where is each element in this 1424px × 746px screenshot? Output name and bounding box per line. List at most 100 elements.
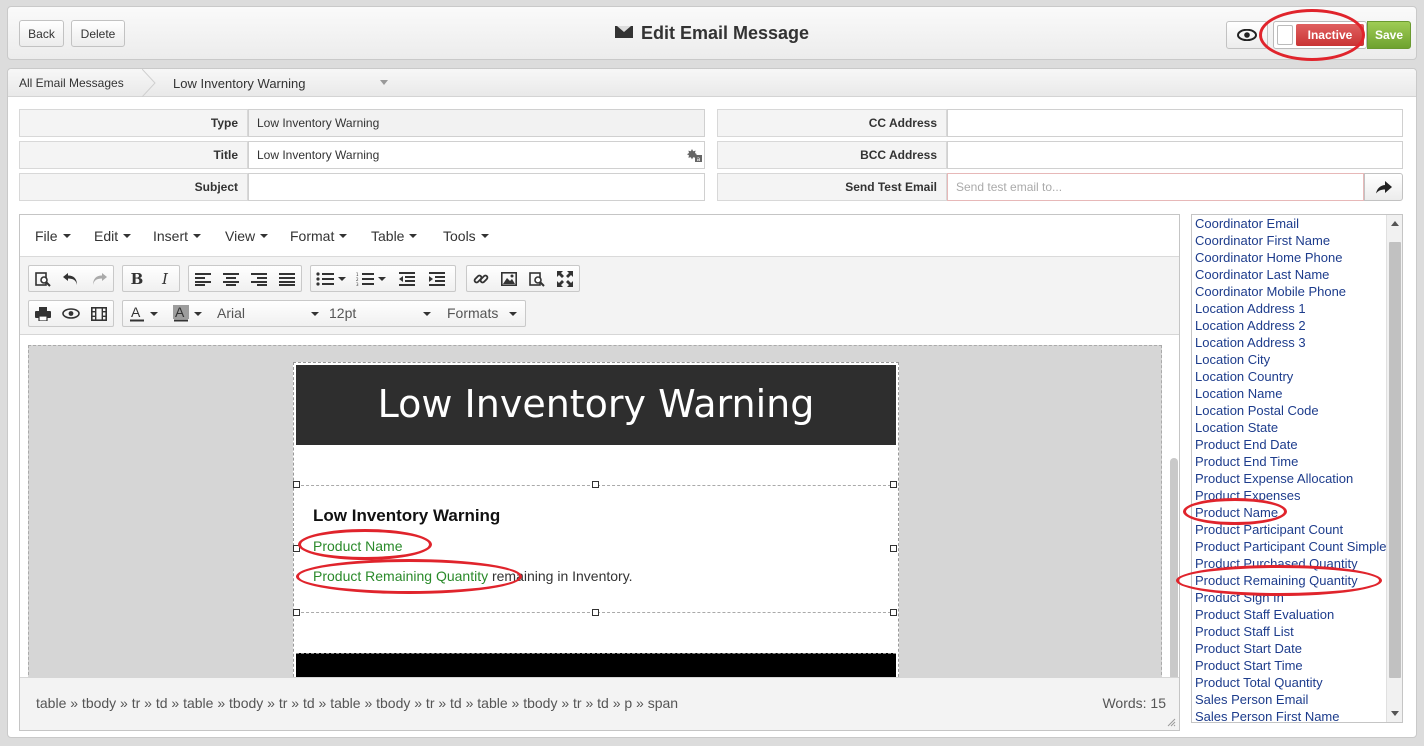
merge-field-item[interactable]: Location State [1195,419,1386,436]
preview-content-button[interactable] [57,301,85,326]
merge-tag-icon[interactable]: a [686,148,702,162]
merge-field-product-name[interactable]: Product Name [313,538,402,554]
font-size-select[interactable]: 12pt [321,301,439,326]
preview-button[interactable] [1226,21,1268,49]
formats-select[interactable]: Formats [439,301,525,326]
merge-field-item[interactable]: Coordinator Last Name [1195,266,1386,283]
merge-field-item[interactable]: Sales Person Email [1195,691,1386,708]
send-test-input[interactable]: Send test email to... [947,173,1364,201]
merge-field-item[interactable]: Product Purchased Quantity [1195,555,1386,572]
merge-field-item[interactable]: Product Participant Count [1195,521,1386,538]
menu-format[interactable]: Format [290,228,348,244]
cc-field[interactable] [947,109,1403,137]
merge-field-item[interactable]: Product Participant Count Simple [1195,538,1386,555]
merge-field-item[interactable]: Location Address 3 [1195,334,1386,351]
merge-field-item[interactable]: Product Start Time [1195,657,1386,674]
chevron-down-icon[interactable] [380,80,388,85]
merge-field-item[interactable]: Product Expense Allocation [1195,470,1386,487]
image-icon [501,271,517,286]
merge-field-item[interactable]: Location City [1195,351,1386,368]
scroll-up-icon[interactable] [1391,221,1399,226]
merge-field-item[interactable]: Location Name [1195,385,1386,402]
caret-down-icon [378,276,386,281]
menu-edit[interactable]: Edit [94,228,132,244]
field-list-scrollbar[interactable] [1386,215,1402,722]
bold-button[interactable]: B [123,266,151,291]
menu-table[interactable]: Table [371,228,418,244]
align-right-button[interactable] [245,266,273,291]
merge-field-item[interactable]: Product End Date [1195,436,1386,453]
bullet-list-caret[interactable] [335,266,349,291]
link-button[interactable] [467,266,495,291]
breadcrumb-current[interactable]: Low Inventory Warning [173,76,305,91]
title-field[interactable]: Low Inventory Warning a [248,141,705,169]
merge-field-item[interactable]: Product Sign In [1195,589,1386,606]
indent-button[interactable] [423,266,451,291]
merge-field-item[interactable]: Product Expenses [1195,487,1386,504]
eye-icon [62,308,80,319]
menu-insert[interactable]: Insert [153,228,202,244]
merge-field-item[interactable]: Coordinator Home Phone [1195,249,1386,266]
merge-field-list[interactable]: Coordinator Email Coordinator First Name C… [1191,214,1403,723]
envelope-icon [614,26,633,38]
resize-handle[interactable] [293,545,300,552]
merge-field-item[interactable]: Product Staff Evaluation [1195,606,1386,623]
merge-field-remaining-quantity[interactable]: Product Remaining Quantity [313,568,488,584]
redo-button[interactable] [85,266,113,291]
merge-field-item[interactable]: Product Name [1195,504,1386,521]
merge-field-item[interactable]: Product Start Date [1195,640,1386,657]
caret-down-icon [194,311,202,316]
merge-field-item[interactable]: Product Remaining Quantity [1195,572,1386,589]
editor-content-area[interactable]: Low Inventory Warning Low Inventory Warn… [20,335,1179,677]
resize-handle[interactable] [890,545,897,552]
resize-handle[interactable] [890,609,897,616]
text-color-caret[interactable] [147,301,161,326]
merge-field-item[interactable]: Coordinator First Name [1195,232,1386,249]
resize-handle[interactable] [293,481,300,488]
menu-tools[interactable]: Tools [443,228,489,244]
merge-field-item[interactable]: Location Address 1 [1195,300,1386,317]
resize-handle[interactable] [592,609,599,616]
italic-button[interactable]: I [151,266,179,291]
status-toggle[interactable]: Inactive [1273,21,1367,49]
bcc-field[interactable] [947,141,1403,169]
resize-handle[interactable] [293,609,300,616]
merge-field-item[interactable]: Coordinator Mobile Phone [1195,283,1386,300]
numbered-list-caret[interactable] [375,266,389,291]
subject-field[interactable] [248,173,705,201]
font-family-select[interactable]: Arial [209,301,327,326]
source-search-button[interactable] [523,266,551,291]
merge-field-item[interactable]: Sales Person First Name [1195,708,1386,722]
send-test-button[interactable] [1364,173,1403,201]
scroll-thumb[interactable] [1389,242,1401,678]
merge-field-item[interactable]: Location Postal Code [1195,402,1386,419]
resize-grip-icon[interactable] [1167,718,1176,727]
fullscreen-button[interactable] [551,266,579,291]
outdent-button[interactable] [393,266,421,291]
resize-handle[interactable] [890,481,897,488]
merge-field-item[interactable]: Location Address 2 [1195,317,1386,334]
merge-field-item[interactable]: Product Staff List [1195,623,1386,640]
find-replace-button[interactable] [29,266,57,291]
align-center-button[interactable] [217,266,245,291]
menu-view[interactable]: View [225,228,269,244]
undo-button[interactable] [57,266,85,291]
background-color-caret[interactable] [191,301,205,326]
editor-scrollbar[interactable] [1170,458,1178,677]
print-button[interactable] [29,301,57,326]
media-button[interactable] [85,301,113,326]
merge-field-item[interactable]: Location Country [1195,368,1386,385]
merge-field-item[interactable]: Coordinator Email [1195,215,1386,232]
merge-field-item[interactable]: Product Total Quantity [1195,674,1386,691]
merge-field-item[interactable]: Product End Time [1195,453,1386,470]
resize-handle[interactable] [592,481,599,488]
justify-button[interactable] [273,266,301,291]
toolbar-group-style: B I [122,265,180,292]
align-left-button[interactable] [189,266,217,291]
breadcrumb-parent[interactable]: All Email Messages [19,76,124,90]
menu-file[interactable]: File [35,228,71,244]
image-button[interactable] [495,266,523,291]
caret-down-icon [339,234,348,238]
save-button[interactable]: Save [1367,21,1411,49]
scroll-down-icon[interactable] [1391,711,1399,716]
